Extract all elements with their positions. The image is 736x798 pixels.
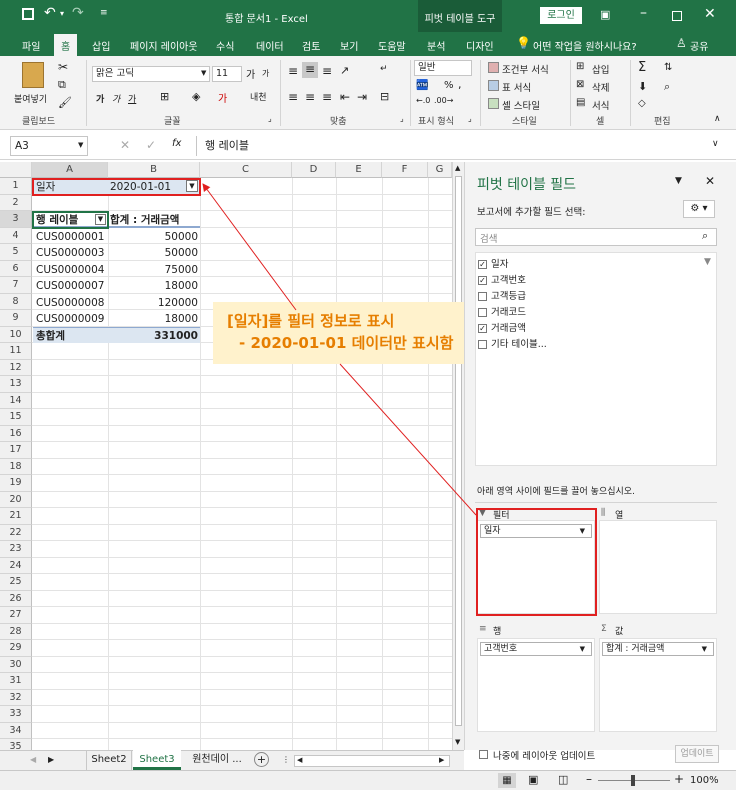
tab-split-handle-icon[interactable]: ⋮ [282, 755, 290, 764]
next-sheet-icon[interactable]: ▶ [48, 755, 54, 764]
scroll-left-icon[interactable]: ◀ [297, 756, 302, 764]
add-sheet-icon[interactable]: + [254, 752, 269, 767]
arrow-to-filter-cell [202, 183, 297, 311]
sheet-tab-source-data[interactable]: 원천데이 ... [184, 751, 250, 770]
status-bar: ▦ ▣ ◫ – + 100% [0, 770, 736, 790]
arrow-to-filter-area [339, 363, 477, 516]
annotation-arrows [202, 183, 477, 516]
zoom-out-icon[interactable]: – [586, 772, 592, 786]
sheet-tab-bar: ◀ ▶ Sheet2 Sheet3 원천데이 ... + ⋮ ◀ ▶ [0, 750, 464, 770]
zoom-slider-thumb[interactable] [631, 775, 635, 786]
sheet-tab-sheet3[interactable]: Sheet3 [133, 750, 181, 770]
zoom-level[interactable]: 100% [690, 775, 719, 786]
sheet-tab-sheet2[interactable]: Sheet2 [86, 751, 132, 770]
scroll-right-icon[interactable]: ▶ [439, 756, 444, 764]
page-layout-view-icon[interactable]: ▣ [528, 773, 538, 786]
zoom-slider[interactable] [598, 775, 670, 786]
normal-view-icon[interactable]: ▦ [498, 773, 516, 788]
prev-sheet-icon: ◀ [30, 755, 37, 764]
zoom-in-icon[interactable]: + [674, 772, 684, 786]
horizontal-scrollbar[interactable]: ◀ ▶ [294, 755, 450, 767]
page-break-view-icon[interactable]: ◫ [558, 773, 568, 786]
